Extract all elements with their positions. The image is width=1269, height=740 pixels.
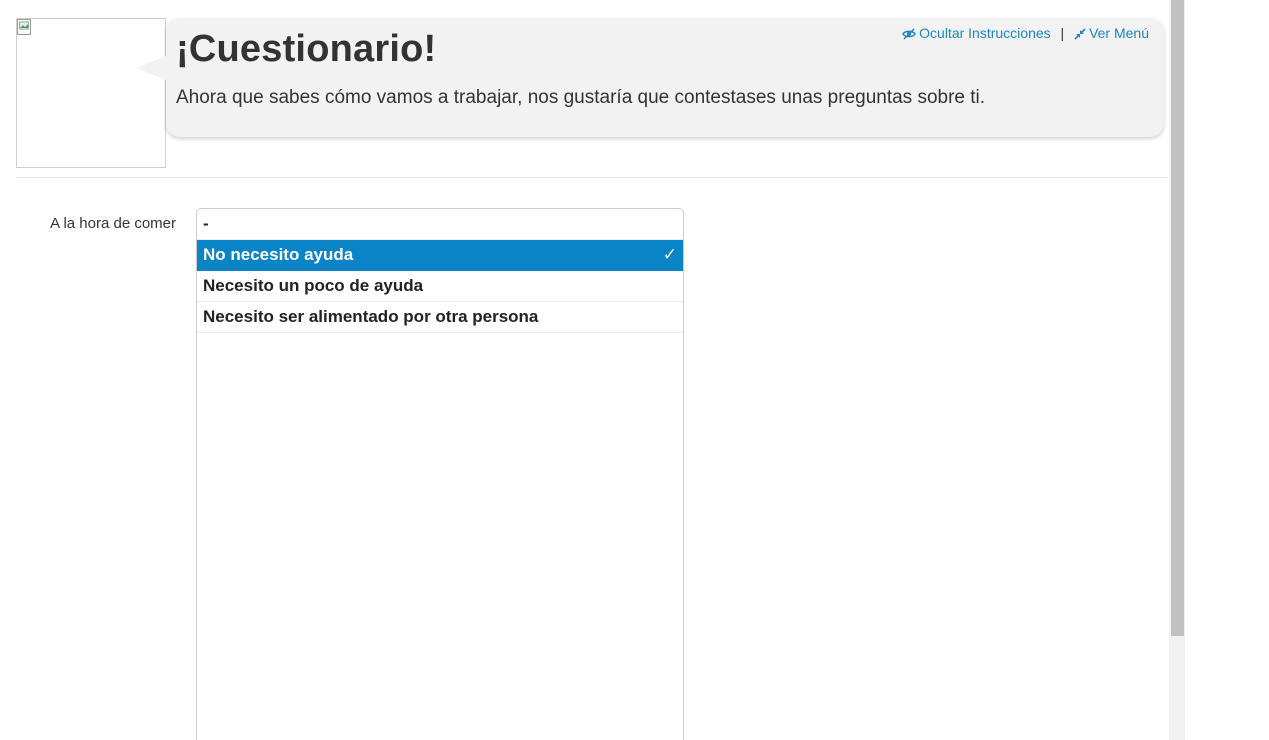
page-title: ¡Cuestionario! bbox=[176, 28, 437, 70]
option-label: - bbox=[203, 214, 209, 233]
hide-instructions-label: Ocultar Instrucciones bbox=[919, 25, 1051, 41]
instructions-text: Ahora que sabes cómo vamos a trabajar, n… bbox=[176, 87, 986, 108]
broken-image-icon bbox=[17, 19, 31, 35]
view-menu-link[interactable]: Ver Menú bbox=[1074, 25, 1149, 41]
hide-instructions-link[interactable]: Ocultar Instrucciones bbox=[902, 25, 1054, 41]
option-label: No necesito ayuda bbox=[203, 245, 354, 264]
page-scrollbar-thumb[interactable] bbox=[1171, 0, 1184, 636]
option-label: Necesito ser alimentado por otra persona bbox=[203, 307, 539, 326]
option-label: Necesito un poco de ayuda bbox=[203, 276, 424, 295]
question-label: A la hora de comer bbox=[50, 215, 176, 232]
link-separator: | bbox=[1060, 25, 1065, 41]
eye-slash-icon bbox=[902, 28, 916, 40]
bubble-links: Ocultar Instrucciones | Ver Menú bbox=[902, 25, 1149, 41]
avatar-image bbox=[16, 18, 166, 168]
check-icon: ✓ bbox=[662, 245, 677, 264]
option-empty[interactable]: - bbox=[197, 209, 683, 240]
compress-arrows-icon bbox=[1074, 28, 1086, 40]
view-menu-label: Ver Menú bbox=[1089, 25, 1149, 41]
answer-listbox[interactable]: - No necesito ayuda ✓ Necesito un poco d… bbox=[196, 208, 684, 740]
instructions-bubble: ¡Cuestionario! Ahora que sabes cómo vamo… bbox=[136, 18, 1164, 137]
option-some-help[interactable]: Necesito un poco de ayuda bbox=[197, 271, 683, 302]
page: ¡Cuestionario! Ahora que sabes cómo vamo… bbox=[0, 0, 1269, 740]
option-fed-by-other[interactable]: Necesito ser alimentado por otra persona bbox=[197, 302, 683, 333]
bubble-tail bbox=[136, 56, 166, 80]
option-no-help[interactable]: No necesito ayuda ✓ bbox=[197, 240, 683, 271]
divider bbox=[16, 177, 1168, 178]
